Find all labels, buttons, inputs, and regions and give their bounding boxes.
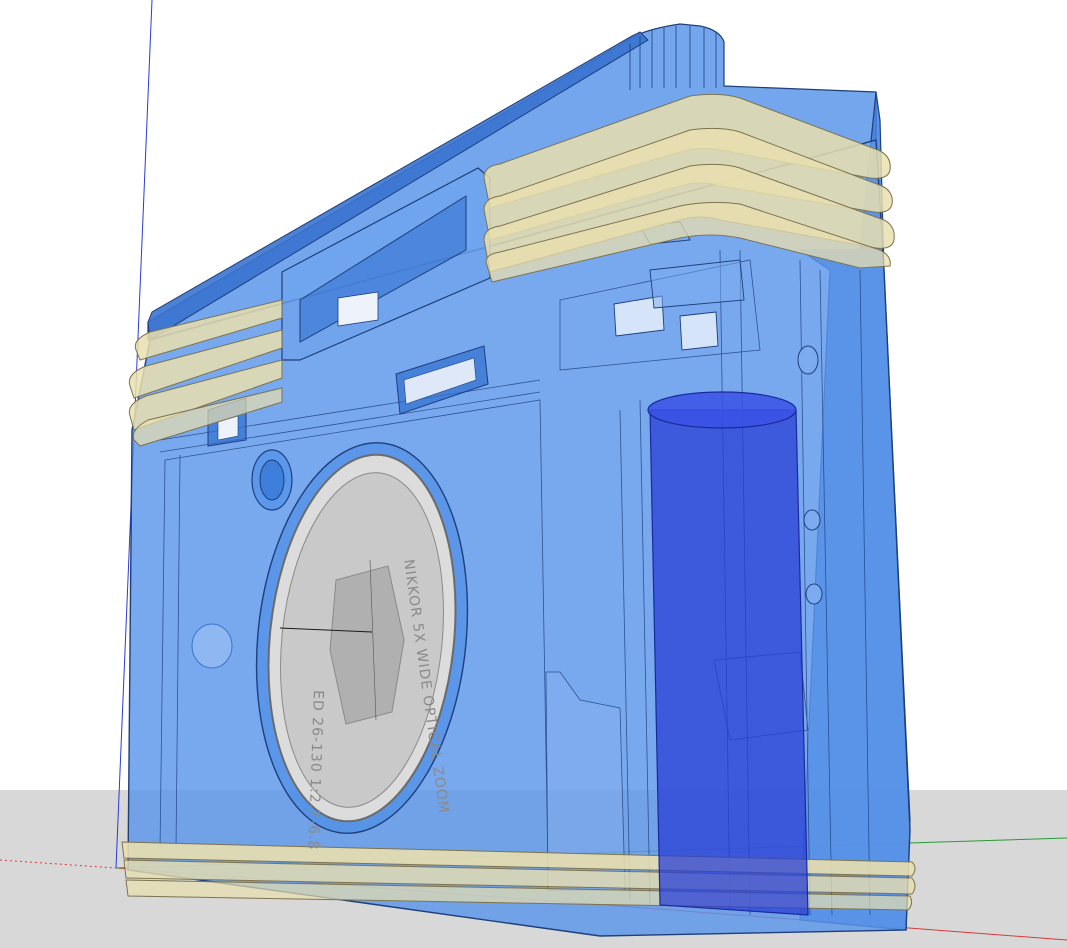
- scene-canvas[interactable]: NIKKOR 5X WIDE OPTICAL ZOOM ED 26-130 1:…: [0, 0, 1067, 948]
- battery-cylinder: [647, 391, 809, 916]
- front-dial: [251, 449, 293, 511]
- lens-aperture: [329, 565, 405, 725]
- self-timer-lamp: [191, 623, 233, 669]
- model-viewport[interactable]: NIKKOR 5X WIDE OPTICAL ZOOM ED 26-130 1:…: [0, 0, 1067, 948]
